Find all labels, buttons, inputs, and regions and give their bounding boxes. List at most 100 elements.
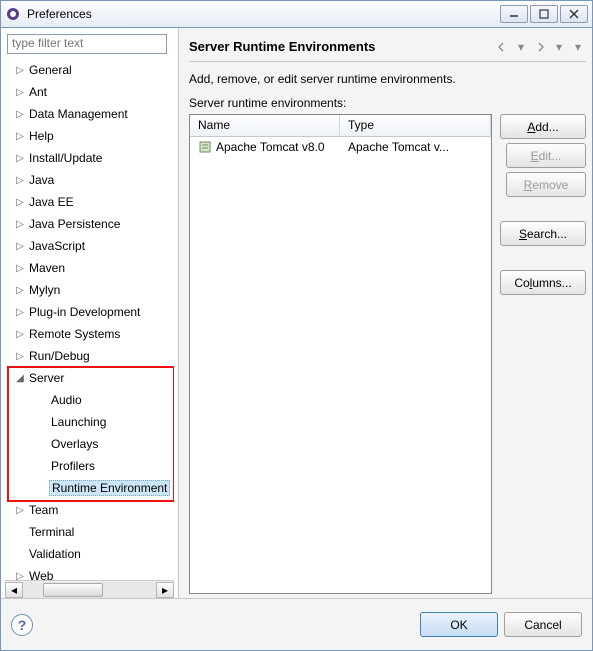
runtime-table[interactable]: Name Type Apache Tomcat v8.0Apache Tomca…	[189, 114, 492, 594]
expand-icon[interactable]: ▷	[13, 87, 27, 98]
tree-label: Help	[27, 129, 56, 143]
tree-item-run-debug[interactable]: ▷Run/Debug	[7, 345, 174, 367]
tree-label: Overlays	[49, 437, 100, 451]
tree-item-install-update[interactable]: ▷Install/Update	[7, 147, 174, 169]
tree-item-team[interactable]: ▷Team	[7, 499, 174, 521]
expand-icon[interactable]: ▷	[13, 571, 27, 581]
page-description: Add, remove, or edit server runtime envi…	[189, 72, 586, 86]
tree-item-maven[interactable]: ▷Maven	[7, 257, 174, 279]
tree-item-general[interactable]: ▷General	[7, 59, 174, 81]
tree-label: Mylyn	[27, 283, 62, 297]
help-icon[interactable]: ?	[11, 614, 33, 636]
page-title: Server Runtime Environments	[189, 39, 491, 54]
expand-icon[interactable]: ▷	[13, 351, 27, 362]
expand-icon[interactable]: ▷	[13, 307, 27, 318]
window-title: Preferences	[27, 7, 500, 21]
tree-label: Maven	[27, 261, 67, 275]
tree-label: Ant	[27, 85, 49, 99]
tree-item-ant[interactable]: ▷Ant	[7, 81, 174, 103]
tree-item-web[interactable]: ▷Web	[7, 565, 174, 580]
tree-item-java-persistence[interactable]: ▷Java Persistence	[7, 213, 174, 235]
scroll-track[interactable]	[23, 582, 156, 598]
tree-item-server[interactable]: ◢Server	[7, 367, 174, 389]
remove-button[interactable]: Remove	[506, 172, 586, 197]
tree-item-overlays[interactable]: Overlays	[7, 433, 174, 455]
preferences-tree[interactable]: ▷General▷Ant▷Data Management▷Help▷Instal…	[5, 59, 174, 580]
tree-item-runtime-environment[interactable]: Runtime Environment	[7, 477, 174, 499]
expand-icon[interactable]: ▷	[13, 197, 27, 208]
tree-label: Web	[27, 569, 55, 580]
table-row[interactable]: Apache Tomcat v8.0Apache Tomcat v...	[190, 137, 491, 157]
expand-icon[interactable]: ▷	[13, 175, 27, 186]
tree-label: Terminal	[27, 525, 76, 539]
tree-item-remote-systems[interactable]: ▷Remote Systems	[7, 323, 174, 345]
search-button[interactable]: Search...	[500, 221, 586, 246]
col-type[interactable]: Type	[340, 115, 491, 136]
minimize-button[interactable]	[500, 5, 528, 23]
edit-button[interactable]: Edit...	[506, 143, 586, 168]
filter-box[interactable]	[7, 34, 167, 54]
tree-item-profilers[interactable]: Profilers	[7, 455, 174, 477]
forward-icon[interactable]	[532, 39, 548, 55]
tree-label: Run/Debug	[27, 349, 92, 363]
right-panel: Server Runtime Environments ▾ ▾ ▾ Add, r…	[179, 28, 592, 598]
tree-item-audio[interactable]: Audio	[7, 389, 174, 411]
expand-icon[interactable]: ▷	[13, 329, 27, 340]
filter-input[interactable]	[12, 36, 162, 50]
menu-dropdown-icon[interactable]: ▾	[570, 39, 586, 55]
tree-item-validation[interactable]: Validation	[7, 543, 174, 565]
server-icon	[198, 140, 212, 154]
tree-item-javascript[interactable]: ▷JavaScript	[7, 235, 174, 257]
tree-label: Team	[27, 503, 60, 517]
tree-item-mylyn[interactable]: ▷Mylyn	[7, 279, 174, 301]
expand-icon[interactable]: ▷	[13, 65, 27, 76]
bottom-bar: ? OK Cancel	[1, 598, 592, 650]
expand-icon[interactable]: ▷	[13, 505, 27, 516]
tree-label: Validation	[27, 547, 83, 561]
list-label: Server runtime environments:	[189, 96, 586, 110]
col-name[interactable]: Name	[190, 115, 340, 136]
tree-label: Data Management	[27, 107, 130, 121]
back-dropdown-icon[interactable]: ▾	[513, 39, 529, 55]
left-panel: ▷General▷Ant▷Data Management▷Help▷Instal…	[1, 28, 179, 598]
tree-label: Audio	[49, 393, 84, 407]
forward-dropdown-icon[interactable]: ▾	[551, 39, 567, 55]
expand-icon[interactable]: ◢	[13, 373, 27, 384]
expand-icon[interactable]: ▷	[13, 263, 27, 274]
expand-icon[interactable]: ▷	[13, 285, 27, 296]
right-header: Server Runtime Environments ▾ ▾ ▾	[189, 32, 586, 62]
tree-label: Java	[27, 173, 56, 187]
tree-item-help[interactable]: ▷Help	[7, 125, 174, 147]
tree-label: Runtime Environment	[49, 480, 170, 496]
tree-hscrollbar[interactable]: ◂ ▸	[5, 580, 174, 598]
tree-item-terminal[interactable]: Terminal	[7, 521, 174, 543]
upper-area: ▷General▷Ant▷Data Management▷Help▷Instal…	[1, 28, 592, 598]
tree-item-data-management[interactable]: ▷Data Management	[7, 103, 174, 125]
expand-icon[interactable]: ▷	[13, 241, 27, 252]
expand-icon[interactable]: ▷	[13, 109, 27, 120]
button-column: Add... Edit... Remove Search... Columns.…	[500, 114, 586, 594]
tree-item-launching[interactable]: Launching	[7, 411, 174, 433]
tree-item-java[interactable]: ▷Java	[7, 169, 174, 191]
expand-icon[interactable]: ▷	[13, 219, 27, 230]
expand-icon[interactable]: ▷	[13, 153, 27, 164]
tree-label: Install/Update	[27, 151, 104, 165]
app-icon	[5, 6, 21, 22]
close-button[interactable]	[560, 5, 588, 23]
maximize-button[interactable]	[530, 5, 558, 23]
scroll-left-arrow[interactable]: ◂	[5, 582, 23, 598]
tree-item-plug-in-development[interactable]: ▷Plug-in Development	[7, 301, 174, 323]
tree-label: JavaScript	[27, 239, 87, 253]
cell-type: Apache Tomcat v...	[340, 140, 491, 154]
table-header: Name Type	[190, 115, 491, 137]
expand-icon[interactable]: ▷	[13, 131, 27, 142]
tree-item-java-ee[interactable]: ▷Java EE	[7, 191, 174, 213]
right-body: Name Type Apache Tomcat v8.0Apache Tomca…	[189, 114, 586, 594]
columns-button[interactable]: Columns...	[500, 270, 586, 295]
ok-button[interactable]: OK	[420, 612, 498, 637]
scroll-thumb[interactable]	[43, 583, 103, 597]
scroll-right-arrow[interactable]: ▸	[156, 582, 174, 598]
cancel-button[interactable]: Cancel	[504, 612, 582, 637]
back-icon[interactable]	[494, 39, 510, 55]
add-button[interactable]: Add...	[500, 114, 586, 139]
